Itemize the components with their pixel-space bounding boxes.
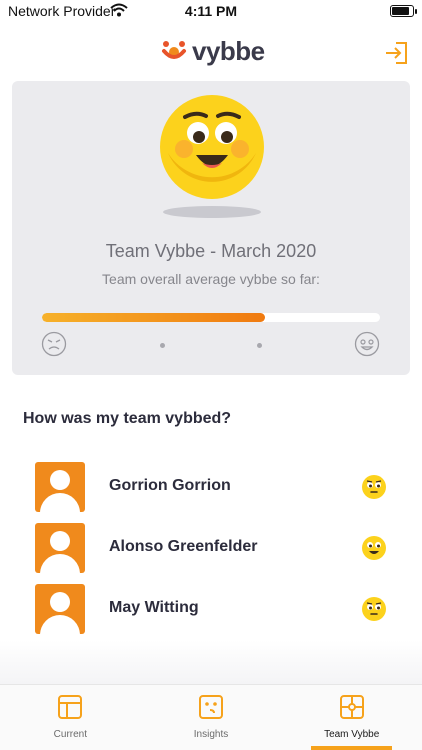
emoji-shadow bbox=[163, 206, 261, 218]
angry-face-icon bbox=[41, 331, 67, 357]
team-summary-card: Team Vybbe - March 2020 Team overall ave… bbox=[12, 81, 410, 375]
status-bar: Network Provider 4:11 PM bbox=[0, 0, 422, 22]
tab-label: Current bbox=[53, 729, 88, 740]
member-name: Alonso Greenfelder bbox=[109, 538, 258, 555]
smiling-face-icon bbox=[160, 95, 264, 199]
list-fade bbox=[0, 640, 422, 684]
team-member-row[interactable]: May Witting bbox=[0, 584, 422, 634]
scale-dot bbox=[257, 343, 262, 348]
tab-insights[interactable]: Insights bbox=[141, 685, 282, 750]
insights-icon bbox=[199, 695, 223, 719]
smile-face-icon bbox=[362, 536, 386, 560]
app-header: vybbe bbox=[0, 30, 422, 74]
happy-face-icon bbox=[354, 331, 380, 357]
average-vybbe-bar bbox=[42, 313, 380, 322]
average-vybbe-fill bbox=[42, 313, 266, 322]
app-logo: vybbe bbox=[160, 36, 265, 67]
summary-title: Team Vybbe - March 2020 bbox=[105, 241, 317, 261]
tab-team-vybbe[interactable]: Team Vybbe bbox=[281, 685, 422, 750]
summary-subtitle: Team overall average vybbe so far: bbox=[102, 271, 320, 287]
avatar bbox=[35, 584, 85, 634]
neutral-face-icon bbox=[362, 597, 386, 621]
tab-bar: Current Insights Team Vybbe bbox=[0, 684, 422, 750]
team-vybbe-icon bbox=[339, 695, 364, 719]
avatar bbox=[35, 523, 85, 573]
clock: 4:11 PM bbox=[184, 3, 238, 19]
logout-icon[interactable] bbox=[384, 40, 410, 66]
tab-current[interactable]: Current bbox=[0, 685, 141, 750]
avatar bbox=[35, 462, 85, 512]
team-member-row[interactable]: Alonso Greenfelder bbox=[0, 523, 422, 573]
team-section-title: How was my team vybbed? bbox=[23, 410, 232, 427]
logo-text: vybbe bbox=[192, 36, 265, 66]
current-icon bbox=[58, 695, 83, 719]
vybbe-logo-icon bbox=[162, 40, 186, 59]
tab-label: Team Vybbe bbox=[324, 729, 380, 740]
team-member-row[interactable]: Gorrion Gorrion bbox=[0, 462, 422, 512]
active-tab-indicator bbox=[311, 746, 393, 750]
member-name: May Witting bbox=[109, 599, 199, 616]
scale-dot bbox=[160, 343, 165, 348]
tab-label: Insights bbox=[193, 729, 229, 740]
battery-icon bbox=[390, 5, 417, 17]
member-name: Gorrion Gorrion bbox=[109, 477, 231, 494]
neutral-face-icon bbox=[362, 475, 386, 499]
